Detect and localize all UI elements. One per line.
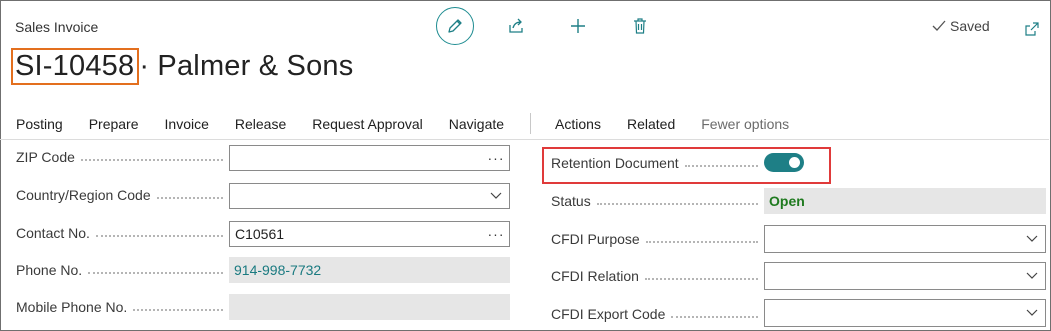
- status-label: Status: [551, 193, 764, 209]
- action-related[interactable]: Related: [627, 116, 675, 132]
- cfdi-relation-dropdown[interactable]: [764, 262, 1046, 290]
- cfdi-export-code-label: CFDI Export Code: [551, 306, 764, 322]
- cfdi-purpose-dropdown[interactable]: [764, 225, 1046, 253]
- country-region-code-dropdown[interactable]: [229, 183, 510, 209]
- cfdi-export-code-dropdown[interactable]: [764, 299, 1046, 327]
- contact-no-field[interactable]: C10561 ···: [229, 221, 510, 247]
- retention-document-highlight: [542, 147, 831, 184]
- page-caption: Sales Invoice: [15, 19, 99, 35]
- country-region-code-label: Country/Region Code: [16, 187, 229, 203]
- status-field: Open: [764, 188, 1046, 214]
- zip-code-label: ZIP Code: [16, 149, 229, 165]
- open-in-new-window-button[interactable]: [1020, 17, 1044, 41]
- zip-code-field[interactable]: ···: [229, 145, 510, 171]
- trash-icon: [634, 18, 646, 34]
- page-title: SI-10458 · Palmer & Sons: [11, 48, 354, 85]
- new-button[interactable]: [566, 14, 590, 38]
- document-number: SI-10458: [11, 48, 140, 85]
- status-value: Open: [769, 193, 805, 209]
- fewer-options-button[interactable]: Fewer options: [701, 116, 789, 132]
- delete-button[interactable]: [628, 14, 652, 38]
- action-actions[interactable]: Actions: [555, 116, 601, 132]
- action-separator: [530, 113, 532, 134]
- action-invoice[interactable]: Invoice: [165, 116, 209, 132]
- share-icon: [509, 18, 523, 33]
- lookup-ellipsis-icon[interactable]: ···: [483, 226, 509, 242]
- action-posting[interactable]: Posting: [16, 116, 63, 132]
- action-release[interactable]: Release: [235, 116, 286, 132]
- phone-no-field: 914-998-7732: [229, 257, 510, 283]
- chevron-down-icon: [1026, 309, 1038, 316]
- pencil-icon: [448, 19, 462, 33]
- mobile-phone-no-label: Mobile Phone No.: [16, 299, 229, 315]
- customer-name: · Palmer & Sons: [139, 50, 354, 82]
- checkmark-icon: [932, 20, 946, 31]
- edit-button[interactable]: [436, 7, 474, 45]
- action-bar-divider: [0, 139, 1049, 140]
- phone-no-label: Phone No.: [16, 262, 229, 278]
- chevron-down-icon: [1026, 272, 1038, 279]
- lookup-ellipsis-icon[interactable]: ···: [483, 150, 509, 166]
- share-button[interactable]: [504, 14, 528, 38]
- chevron-down-icon: [490, 192, 502, 199]
- action-bar: Posting Prepare Invoice Release Request …: [16, 113, 815, 134]
- plus-icon: [571, 19, 585, 33]
- cfdi-purpose-label: CFDI Purpose: [551, 231, 764, 247]
- contact-no-label: Contact No.: [16, 225, 229, 241]
- saved-status: Saved: [932, 18, 990, 34]
- open-in-new-window-icon: [1025, 22, 1039, 36]
- mobile-phone-no-field: [229, 294, 510, 320]
- cfdi-relation-label: CFDI Relation: [551, 268, 764, 284]
- action-prepare[interactable]: Prepare: [89, 116, 139, 132]
- chevron-down-icon: [1026, 235, 1038, 242]
- action-request-approval[interactable]: Request Approval: [312, 116, 423, 132]
- phone-no-link[interactable]: 914-998-7732: [234, 262, 510, 278]
- saved-label: Saved: [950, 18, 990, 34]
- action-navigate[interactable]: Navigate: [449, 116, 504, 132]
